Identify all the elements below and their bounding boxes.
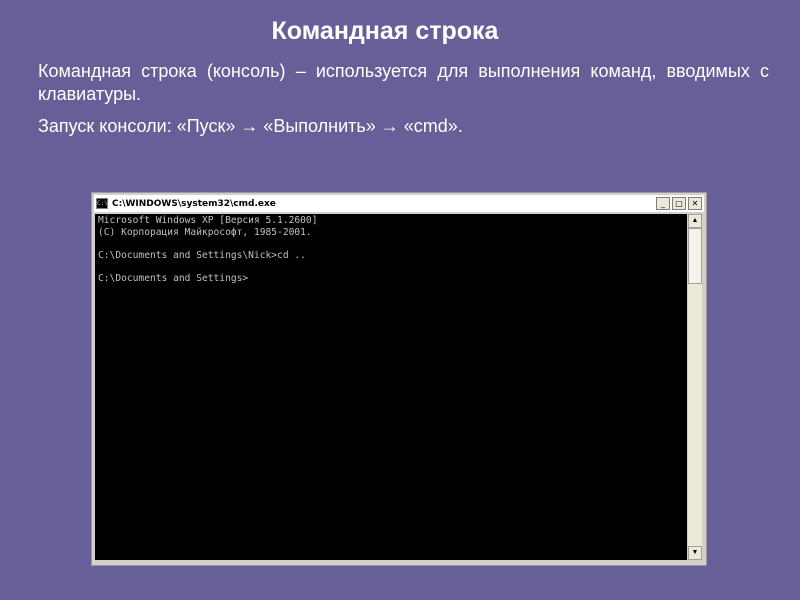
vertical-scrollbar[interactable]: ▲ ▼ <box>688 214 702 560</box>
slide-title: Командная строка <box>271 17 499 45</box>
slide-body: Командная строка (консоль) – используетс… <box>38 60 769 147</box>
cmd-icon[interactable]: C:\ <box>96 198 108 209</box>
console-line: (С) Корпорация Майкрософт, 1985-2001. <box>98 226 312 238</box>
console-lines: Microsoft Windows XP [Версия 5.1.2600] (… <box>95 214 687 284</box>
scroll-up-arrow-icon[interactable]: ▲ <box>688 214 702 228</box>
minimize-button[interactable]: _ <box>656 197 670 210</box>
maximize-button[interactable]: □ <box>672 197 686 210</box>
console-line: C:\Documents and Settings\Nick>cd .. <box>98 249 306 261</box>
description-paragraph: Командная строка (консоль) – используетс… <box>38 61 769 104</box>
console-output[interactable]: Microsoft Windows XP [Версия 5.1.2600] (… <box>95 214 687 560</box>
cmd-window: C:\ C:\WINDOWS\system32\cmd.exe _ □ ✕ Mi… <box>91 192 707 566</box>
console-line: Microsoft Windows XP [Версия 5.1.2600] <box>98 215 318 226</box>
scroll-down-arrow-icon[interactable]: ▼ <box>688 546 702 560</box>
window-controls: _ □ ✕ <box>654 197 702 210</box>
window-titlebar[interactable]: C:\ C:\WINDOWS\system32\cmd.exe _ □ ✕ <box>94 195 704 212</box>
close-button[interactable]: ✕ <box>688 197 702 210</box>
window-title: C:\WINDOWS\system32\cmd.exe <box>112 198 276 209</box>
launch-instructions: Запуск консоли: «Пуск» → «Выполнить» → «… <box>38 116 463 136</box>
scroll-thumb[interactable] <box>688 228 702 284</box>
console-prompt-line[interactable]: C:\Documents and Settings> <box>95 273 687 285</box>
